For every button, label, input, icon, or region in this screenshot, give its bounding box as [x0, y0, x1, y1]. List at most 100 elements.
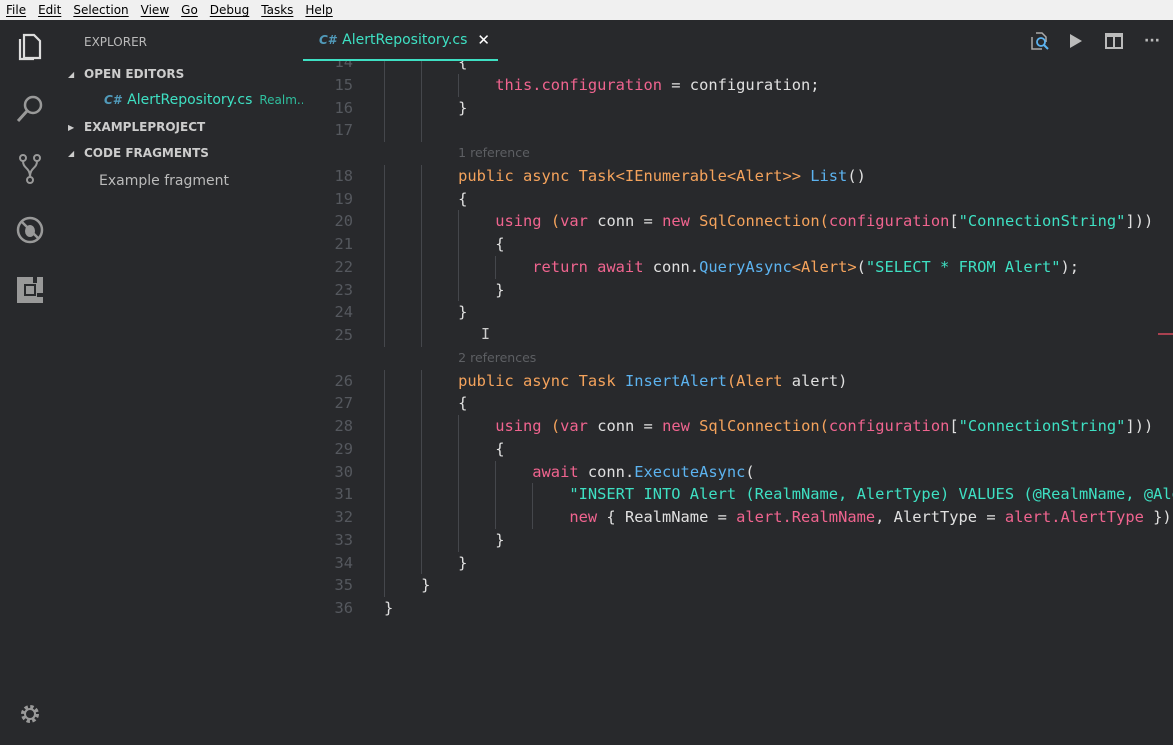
- expanded-icon: ◢: [68, 69, 75, 79]
- code-token: (: [550, 212, 561, 231]
- csharp-file-icon: C#: [104, 93, 122, 107]
- source-control-icon[interactable]: [15, 154, 45, 184]
- code-token: "ConnectionString": [958, 417, 1126, 435]
- code-token: public async Task<IEnumerable<Alert>>: [458, 166, 811, 185]
- code-line: 34 }: [303, 551, 1173, 575]
- code-token: );: [1060, 257, 1080, 276]
- code-token: InsertAlert: [624, 371, 727, 390]
- fragment-item[interactable]: Example fragment: [99, 173, 229, 189]
- line-number: 33: [334, 530, 353, 549]
- references-link[interactable]: 2 references: [458, 347, 536, 370]
- line-number: 15: [334, 75, 353, 94]
- code-text: public async Task<IEnumerable<Alert>> Li…: [384, 165, 866, 188]
- close-icon[interactable]: ✕: [477, 31, 490, 49]
- code-text: }: [384, 529, 504, 552]
- code-token: }: [384, 98, 468, 117]
- code-text: await conn.ExecuteAsync(: [384, 461, 754, 484]
- code-token: "SELECT * FROM Alert": [865, 257, 1061, 276]
- menu-selection[interactable]: Selection: [67, 3, 134, 17]
- code-text: {: [384, 61, 467, 74]
- code-token: alert): [791, 371, 848, 390]
- code-line: 24 }: [303, 301, 1173, 324]
- code-line: 29 {: [303, 437, 1173, 461]
- code-token: using: [495, 417, 542, 435]
- code-token: conn =: [587, 212, 663, 231]
- code-text: return await conn.QueryAsync<Alert>("SEL…: [384, 256, 1079, 279]
- code-token: SqlConnection(: [699, 212, 829, 231]
- menu-debug[interactable]: Debug: [204, 3, 255, 17]
- code-token: }: [384, 303, 468, 322]
- code-token: }: [384, 530, 505, 549]
- project-section[interactable]: ▶ EXAMPLEPROJECT: [68, 120, 205, 134]
- code-token: (: [856, 257, 866, 276]
- code-text: [384, 324, 458, 347]
- explorer-sidebar: EXPLORER ◢ OPEN EDITORS C# AlertRepository…: [60, 20, 305, 745]
- code-token: }: [384, 553, 468, 572]
- menu-edit[interactable]: Edit: [32, 3, 67, 17]
- menu-bar: File Edit Selection View Go Debug Tasks Help: [0, 0, 1173, 20]
- split-editor-icon[interactable]: [1103, 30, 1125, 52]
- code-line: 14 {: [303, 61, 1173, 74]
- line-number: 17: [334, 121, 353, 140]
- code-token: });: [1153, 508, 1173, 526]
- more-icon[interactable]: ···: [1141, 30, 1163, 52]
- code-line: 31 "INSERT INTO Alert (RealmName, AlertT…: [303, 483, 1173, 506]
- search-icon[interactable]: [15, 94, 45, 124]
- debug-disabled-icon[interactable]: [15, 215, 45, 245]
- code-token: configuration: [828, 212, 950, 231]
- code-token: new: [662, 212, 690, 231]
- code-token: conn.: [643, 257, 700, 276]
- line-number: 34: [334, 553, 353, 572]
- code-line: 15 this.configuration = configuration;: [303, 73, 1173, 97]
- code-token: await: [532, 462, 579, 481]
- code-text: }: [384, 301, 467, 324]
- code-text: using (var conn = new SqlConnection(conf…: [384, 415, 1153, 438]
- open-editors-section[interactable]: ◢ OPEN EDITORS: [68, 67, 184, 81]
- code-token: { RealmName =: [597, 508, 737, 526]
- code-token: conn.: [578, 462, 635, 481]
- code-token: {: [384, 235, 505, 253]
- menu-help[interactable]: Help: [299, 3, 338, 17]
- code-line: 16 }: [303, 96, 1173, 120]
- gear-icon[interactable]: [15, 699, 45, 729]
- code-token: ])): [1125, 417, 1154, 435]
- code-line: 25: [303, 324, 1173, 347]
- extensions-icon[interactable]: [15, 275, 45, 305]
- code-line: 32 new { RealmName = alert.RealmName, Al…: [303, 506, 1173, 529]
- code-token: configuration: [828, 417, 950, 435]
- tab-alertrepository[interactable]: C# AlertRepository.cs ✕: [303, 20, 498, 61]
- code-text: }: [384, 552, 467, 575]
- code-token: var: [560, 417, 588, 435]
- line-number: 18: [334, 166, 353, 185]
- code-token: = configuration;: [662, 75, 820, 94]
- menu-view[interactable]: View: [135, 3, 175, 17]
- code-text: [384, 119, 458, 142]
- code-token: this.configuration: [495, 75, 662, 94]
- menu-file[interactable]: File: [0, 3, 32, 17]
- code-editor[interactable]: 14 {15 this.configuration = configuratio…: [303, 61, 1173, 745]
- menu-tasks[interactable]: Tasks: [255, 3, 299, 17]
- tab-bar: C# AlertRepository.cs ✕ ···: [303, 20, 1173, 61]
- code-line: 36}: [303, 597, 1173, 620]
- menu-go[interactable]: Go: [175, 3, 204, 17]
- code-token: }: [384, 280, 505, 299]
- activity-bar: [0, 20, 60, 745]
- code-token: [: [949, 417, 959, 435]
- code-fragments-section[interactable]: ◢ CODE FRAGMENTS: [68, 146, 209, 160]
- code-line: 21 {: [303, 233, 1173, 256]
- open-editor-item[interactable]: C# AlertRepository.cs Realm..: [104, 92, 305, 108]
- files-icon[interactable]: [15, 32, 45, 62]
- code-line: 30 await conn.ExecuteAsync(: [303, 460, 1173, 484]
- code-token: SqlConnection(: [699, 417, 829, 435]
- open-changes-icon[interactable]: [1029, 30, 1051, 52]
- references-link[interactable]: 1 reference: [458, 142, 530, 165]
- code-token: <Alert>: [791, 257, 857, 276]
- line-number: 26: [334, 371, 353, 390]
- run-icon[interactable]: [1065, 30, 1087, 52]
